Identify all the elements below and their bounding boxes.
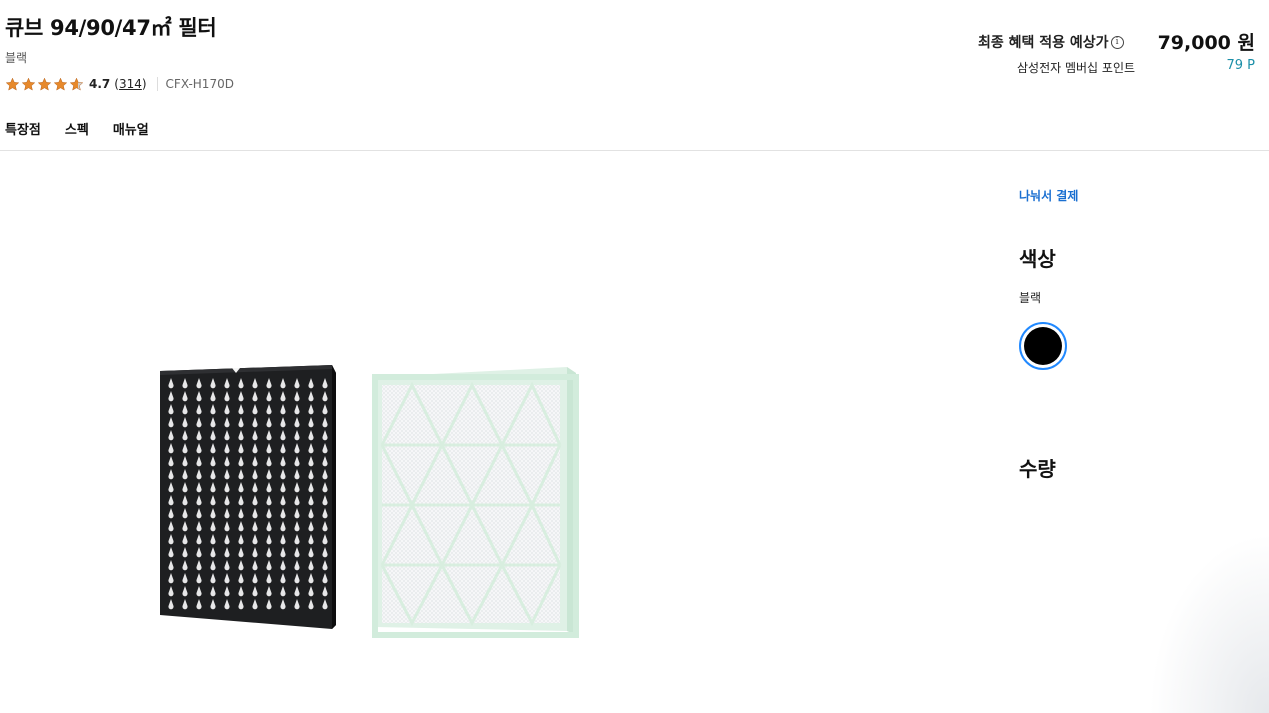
product-header: 큐브 94/90/47㎡ 필터 블랙 4.7 (314) CFX-H170D 최… bbox=[0, 0, 1269, 150]
carbon-filter bbox=[160, 365, 336, 629]
color-swatch-black[interactable] bbox=[1019, 322, 1067, 370]
membership-points-value: 79 P bbox=[1226, 58, 1255, 73]
product-color-label: 블랙 bbox=[5, 51, 28, 65]
installment-payment-link[interactable]: 나눠서 결제 bbox=[1019, 187, 1078, 204]
model-code: CFX-H170D bbox=[165, 77, 234, 91]
membership-points-label: 삼성전자 멤버십 포인트 bbox=[1017, 61, 1136, 75]
review-paren-close: ) bbox=[141, 77, 147, 91]
product-gallery bbox=[0, 151, 1000, 713]
hepa-filter bbox=[372, 367, 579, 638]
review-count-link[interactable]: 314 bbox=[119, 77, 142, 91]
review-count: (314) bbox=[114, 77, 146, 91]
rating-value: 4.7 bbox=[89, 77, 111, 91]
color-heading: 색상 bbox=[1019, 247, 1056, 271]
selected-color-label: 블랙 bbox=[1019, 291, 1042, 305]
product-title: 큐브 94/90/47㎡ 필터 bbox=[5, 16, 217, 40]
info-icon[interactable]: i bbox=[1110, 35, 1124, 49]
final-price-value: 79,000 원 bbox=[1157, 32, 1255, 54]
star-icon bbox=[5, 77, 20, 91]
corner-shadow bbox=[1149, 533, 1269, 713]
tab-features[interactable]: 특장점 bbox=[5, 119, 41, 138]
tab-specs[interactable]: 스펙 bbox=[65, 119, 89, 138]
star-icon bbox=[21, 77, 36, 91]
divider bbox=[156, 77, 158, 91]
final-price-label: 최종 혜택 적용 예상가 i bbox=[978, 32, 1124, 52]
star-icon bbox=[37, 77, 52, 91]
star-icon bbox=[53, 77, 68, 91]
tab-manual[interactable]: 매뉴얼 bbox=[113, 119, 149, 138]
product-tabs: 특장점 스펙 매뉴얼 bbox=[5, 119, 149, 138]
rating-stars bbox=[5, 77, 84, 92]
color-swatch-fill bbox=[1024, 327, 1062, 365]
quantity-heading: 수량 bbox=[1019, 457, 1056, 481]
rating-row: 4.7 (314) CFX-H170D bbox=[5, 74, 234, 94]
final-price-label-text: 최종 혜택 적용 예상가 bbox=[978, 35, 1109, 51]
half-star-icon bbox=[69, 77, 84, 91]
price-block: 최종 혜택 적용 예상가 i 79,000 원 삼성전자 멤버십 포인트 79 … bbox=[935, 28, 1255, 78]
product-image[interactable] bbox=[150, 363, 580, 638]
